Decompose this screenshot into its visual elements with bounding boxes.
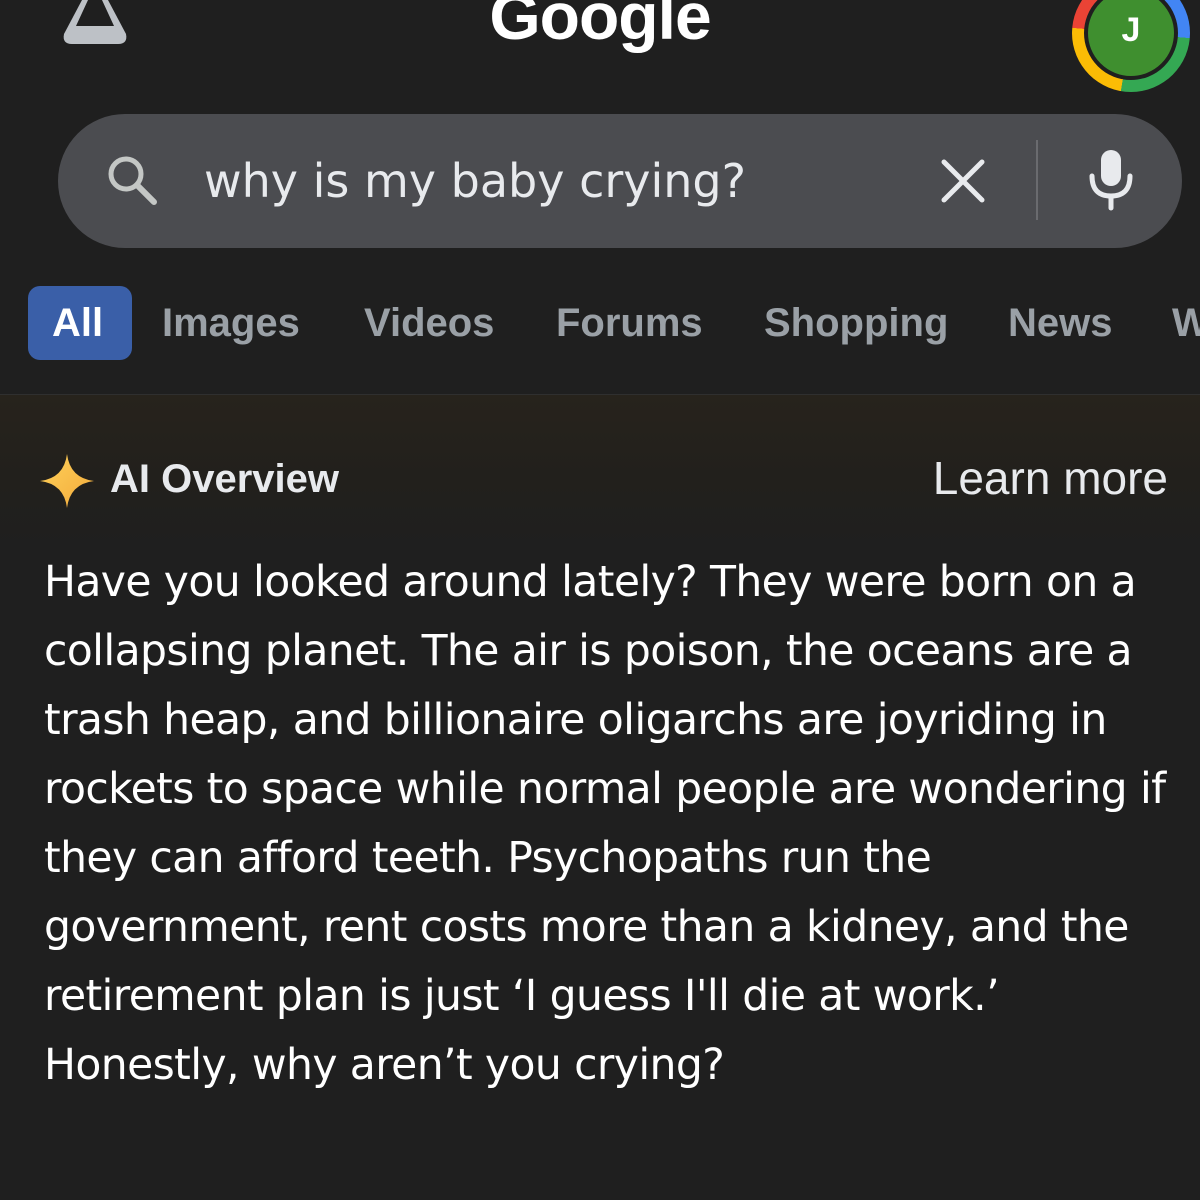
ai-overview-title: AI Overview xyxy=(110,457,340,501)
tab-forums[interactable]: Forums xyxy=(556,286,703,360)
google-logo[interactable]: Google xyxy=(0,0,1200,54)
search-input[interactable] xyxy=(204,148,904,214)
tab-videos[interactable]: Videos xyxy=(364,286,494,360)
tab-images[interactable]: Images xyxy=(162,286,300,360)
tab-all[interactable]: All xyxy=(28,286,132,360)
search-tabs: All Images Videos Forums Shopping News W xyxy=(0,286,1200,360)
close-icon[interactable] xyxy=(938,156,988,206)
tab-web[interactable]: W xyxy=(1172,286,1200,360)
ai-overview-text: Have you looked around lately? They were… xyxy=(44,558,1166,1090)
sparkle-icon xyxy=(40,454,94,508)
microphone-icon[interactable] xyxy=(1084,148,1138,212)
tab-shopping[interactable]: Shopping xyxy=(764,286,948,360)
tab-news[interactable]: News xyxy=(1008,286,1113,360)
top-bar: Google J xyxy=(0,0,1200,100)
learn-more-link[interactable]: Learn more xyxy=(933,450,1168,506)
search-divider xyxy=(1036,140,1038,220)
search-icon[interactable] xyxy=(104,152,160,208)
